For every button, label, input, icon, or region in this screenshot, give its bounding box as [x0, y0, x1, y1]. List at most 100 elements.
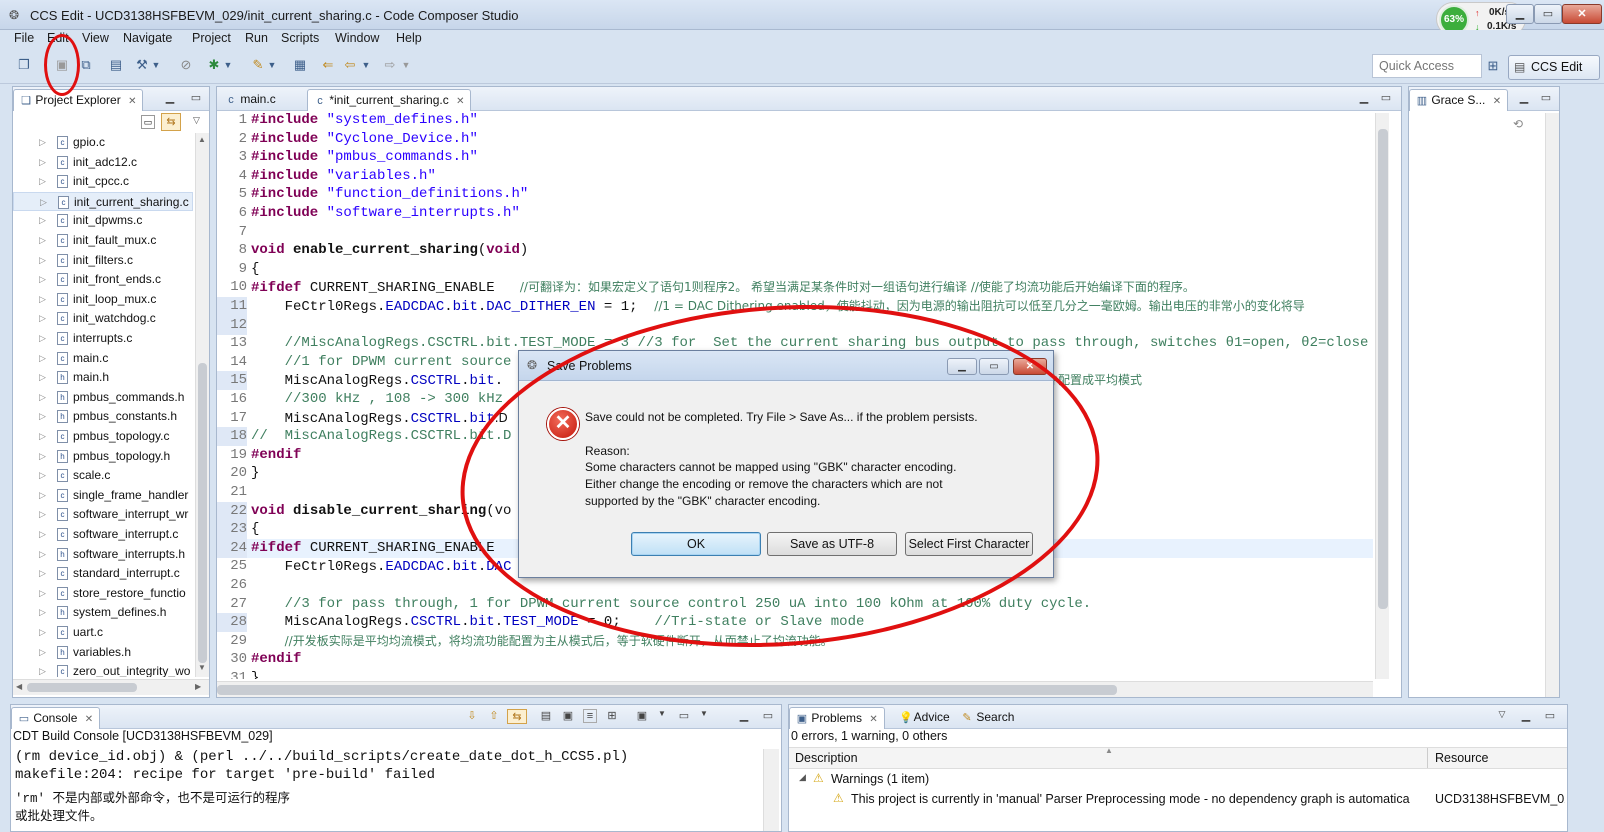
expand-arrow-icon[interactable]: ▷ [39, 505, 49, 524]
build-dropdown-icon[interactable]: ▼ [150, 56, 162, 74]
menu-view[interactable]: View [82, 31, 109, 45]
expand-arrow-icon[interactable]: ▷ [39, 309, 49, 328]
code-line[interactable]: 7 [217, 223, 1373, 242]
tree-item-file[interactable]: ▷ c software_interrupt_wr [13, 505, 193, 524]
link-with-editor-icon[interactable]: ⇆ [161, 113, 181, 131]
tree-item-file[interactable]: ▷ c init_adc12.c [13, 153, 193, 172]
tree-item-file[interactable]: ▷ c standard_interrupt.c [13, 564, 193, 583]
tree-item-file[interactable]: ▷ h software_interrupts.h [13, 545, 193, 564]
grace-refresh-icon[interactable]: ⟲ [1513, 117, 1523, 131]
maximize-panel-icon[interactable]: ▭ [189, 91, 203, 104]
scroll-up-icon[interactable]: ▲ [198, 135, 206, 144]
code-line[interactable]: 27 //3 for pass through, 1 for DPWM curr… [217, 595, 1373, 614]
scroll-up-icon[interactable]: ⇧ [487, 709, 501, 722]
editor-vscrollbar[interactable] [1375, 113, 1389, 679]
tree-item-file[interactable]: ▷ c pmbus_topology.c [13, 427, 193, 446]
expand-arrow-icon[interactable]: ▷ [39, 231, 49, 250]
expand-arrow-icon[interactable]: ▷ [39, 349, 49, 368]
tab-search[interactable]: ✎ Search [955, 707, 1020, 729]
new-icon[interactable]: ❐ [14, 56, 34, 74]
close-icon[interactable]: ✕ [1493, 96, 1501, 107]
scroll-left-icon[interactable]: ◀ [16, 682, 22, 691]
tab-grace[interactable]: ▥ Grace S... ✕ [1409, 89, 1509, 111]
word-wrap-icon[interactable]: ≡ [583, 709, 597, 723]
menu-project[interactable]: Project [192, 31, 231, 45]
expand-arrow-icon[interactable]: ▷ [39, 623, 49, 642]
quick-access-box[interactable] [1372, 54, 1482, 78]
tree-item-file[interactable]: ▷ h variables.h [13, 643, 193, 662]
menu-help[interactable]: Help [396, 31, 422, 45]
expand-arrow-icon[interactable]: ▷ [39, 153, 49, 172]
tab-main-c[interactable]: c main.c [219, 89, 303, 111]
project-tree-hscrollbar[interactable]: ◀ ▶ [13, 679, 209, 695]
code-line[interactable]: 29 //开发板实际是平均均流模式，将均流功能配置为主从模式后，等于软硬件断开，… [217, 632, 1373, 651]
maximize-panel-icon[interactable]: ▭ [1539, 91, 1553, 104]
pin-console-icon[interactable]: ▣ [561, 709, 575, 722]
code-line[interactable]: 3 #include "pmbus_commands.h" [217, 148, 1373, 167]
view-menu-icon[interactable]: ▽ [1495, 709, 1509, 720]
expand-arrow-icon[interactable]: ▷ [39, 643, 49, 662]
tree-item-file[interactable]: ▷ c init_watchdog.c [13, 309, 193, 328]
scroll-lock-icon[interactable]: ⇆ [507, 709, 527, 724]
menu-navigate[interactable]: Navigate [123, 31, 172, 45]
code-line[interactable]: 11 FeCtrl0Regs.EADCDAC.bit.DAC_DITHER_EN… [217, 297, 1373, 316]
scroll-down-icon[interactable]: ▼ [198, 663, 206, 672]
scrollbar-thumb[interactable] [1378, 129, 1388, 609]
build-hammer-icon[interactable]: ⚒ [132, 56, 152, 74]
hscrollbar-thumb[interactable] [27, 683, 137, 692]
code-line[interactable]: 12 [217, 315, 1373, 335]
maximize-button[interactable]: ▭ [1534, 4, 1562, 24]
expand-arrow-icon[interactable]: ▷ [39, 427, 49, 446]
expand-arrow-icon[interactable]: ▷ [39, 584, 49, 603]
menu-run[interactable]: Run [245, 31, 268, 45]
tab-project-explorer[interactable]: ❑ Project Explorer ✕ [13, 89, 144, 111]
code-line[interactable]: 26 [217, 576, 1373, 595]
expand-arrow-icon[interactable]: ▷ [39, 368, 49, 387]
menu-file[interactable]: File [14, 31, 34, 45]
expand-arrow-icon[interactable]: ▷ [39, 251, 49, 270]
tree-item-file[interactable]: ▷ c main.c [13, 349, 193, 368]
clear-console-icon[interactable]: ▤ [539, 709, 553, 722]
debug-dropdown-icon[interactable]: ▼ [222, 56, 234, 74]
debug-icon[interactable]: ✱ [204, 56, 224, 74]
select-first-character-button[interactable]: Select First Character [905, 532, 1033, 556]
close-icon[interactable]: ✕ [85, 714, 93, 725]
tree-item-file[interactable]: ▷ h system_defines.h [13, 603, 193, 622]
code-line[interactable]: 30 #endif [217, 650, 1373, 669]
close-button[interactable]: ✕ [1562, 4, 1602, 24]
skip-breakpoints-icon[interactable]: ⊘ [176, 56, 196, 74]
dialog-titlebar[interactable]: ❂ Save Problems ▁ ▭ ✕ [519, 351, 1053, 381]
tree-item-file[interactable]: ▷ h main.h [13, 368, 193, 387]
quick-access-input[interactable] [1373, 55, 1481, 77]
tree-item-file[interactable]: ▷ c gpio.c [13, 133, 193, 152]
minimize-panel-icon[interactable]: ▁ [1357, 91, 1371, 104]
tree-item-file[interactable]: ▷ c init_filters.c [13, 251, 193, 270]
new-console-dropdown-icon[interactable]: ▼ [697, 709, 711, 718]
dialog-maximize-button[interactable]: ▭ [979, 358, 1009, 375]
close-icon[interactable]: ✕ [456, 96, 464, 107]
forward-icon[interactable]: ⇨ [380, 56, 400, 74]
warnings-group-row[interactable]: ◢ ⚠ Warnings (1 item) [789, 769, 1567, 789]
column-resource[interactable]: Resource [1435, 751, 1489, 765]
code-line[interactable]: 8 void enable_current_sharing(void) [217, 241, 1373, 260]
maximize-panel-icon[interactable]: ▭ [1379, 91, 1393, 104]
tab-console[interactable]: ▭ Console ✕ [11, 707, 101, 729]
problem-row[interactable]: ⚠ This project is currently in 'manual' … [789, 789, 1567, 809]
expand-arrow-icon[interactable]: ▷ [39, 466, 49, 485]
window-titlebar[interactable]: ❂ CCS Edit - UCD3138HSFBEVM_029/init_cur… [0, 0, 1604, 30]
tree-item-file[interactable]: ▷ h pmbus_topology.h [13, 447, 193, 466]
close-icon[interactable]: ✕ [869, 714, 877, 725]
hscrollbar-thumb[interactable] [217, 685, 1117, 695]
tab-init-current-sharing[interactable]: c *init_current_sharing.c ✕ [307, 89, 472, 111]
open-perspective-icon[interactable]: ⊞ [1484, 58, 1502, 76]
expand-arrow-icon[interactable]: ▷ [39, 662, 49, 677]
open-console-icon[interactable]: ▣ [635, 709, 649, 722]
tree-item-file[interactable]: ▷ c init_cpcc.c [13, 172, 193, 191]
tree-item-file[interactable]: ▷ c init_current_sharing.c [13, 191, 193, 211]
tree-item-file[interactable]: ▷ c interrupts.c [13, 329, 193, 348]
dialog-close-button[interactable]: ✕ [1013, 358, 1047, 375]
expand-arrow-icon[interactable]: ▷ [39, 447, 49, 466]
code-line[interactable]: 1 #include "system_defines.h" [217, 113, 1373, 130]
save-as-utf8-button[interactable]: Save as UTF-8 [767, 532, 897, 556]
terminal-icon[interactable]: ▤ [106, 56, 126, 74]
